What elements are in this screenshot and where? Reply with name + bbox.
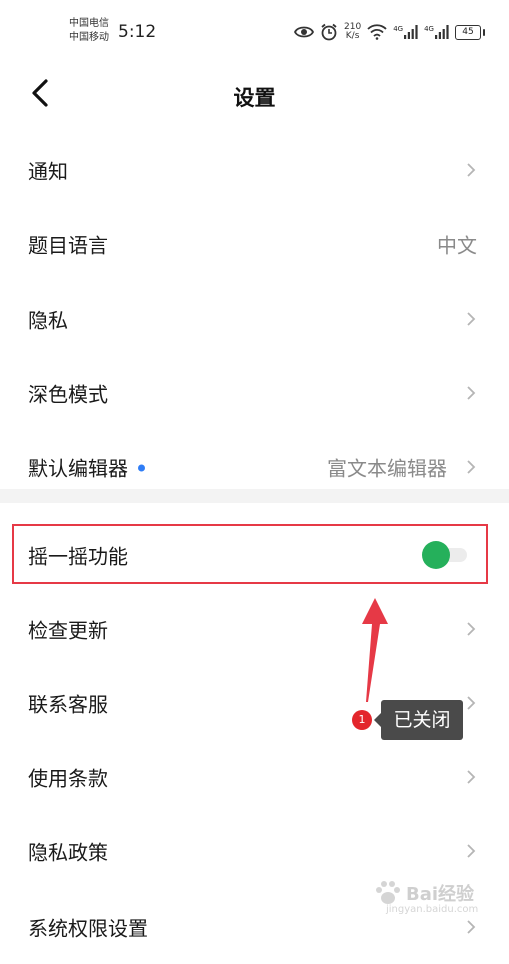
annotation-arrow-icon (362, 598, 388, 702)
network-type-label: 4G (393, 25, 404, 33)
chevron-right-icon (467, 696, 476, 710)
page-header: 设置 (0, 62, 509, 126)
setting-notifications[interactable]: 通知 (0, 133, 509, 207)
setting-label: 题目语言 (28, 233, 108, 258)
signal-bars-icon (434, 25, 449, 39)
setting-label: 通知 (28, 159, 68, 184)
setting-label: 使用条款 (28, 766, 108, 791)
carrier-telecom: 中国电信 (69, 18, 109, 29)
step-number-badge: 1 (352, 710, 372, 730)
setting-dark-mode[interactable]: 深色模式 (0, 356, 509, 430)
chevron-right-icon (467, 460, 476, 474)
setting-privacy[interactable]: 隐私 (0, 282, 509, 356)
setting-privacy-policy[interactable]: 隐私政策 (0, 814, 509, 888)
setting-label: 隐私 (28, 308, 68, 333)
chevron-right-icon (467, 163, 476, 177)
page-title: 设置 (233, 86, 276, 110)
status-time: 5:12 (118, 22, 157, 42)
signal-bars-icon (404, 25, 418, 39)
watermark-url: jingyan.baidu.com (386, 904, 479, 915)
network-speed-unit: K/s (345, 31, 360, 41)
cell-signal-1: 4G (393, 25, 418, 39)
watermark: Bai经验 jingyan.baidu.com (374, 880, 494, 916)
paw-logo-icon (376, 881, 400, 904)
watermark-brand: Bai经验 (406, 884, 475, 905)
setting-label-text: 默认编辑器 (28, 456, 128, 481)
eye-icon (294, 26, 314, 38)
chevron-right-icon (467, 312, 476, 326)
chevron-right-icon (467, 844, 476, 858)
chevron-right-icon (467, 622, 476, 636)
battery-icon: 45 (454, 24, 485, 40)
highlight-box (12, 524, 488, 584)
setting-label: 隐私政策 (28, 840, 108, 865)
section-divider (0, 489, 509, 503)
network-speed: 210 K/s (344, 23, 361, 41)
alarm-clock-icon (321, 23, 337, 41)
setting-value: 富文本编辑器 (327, 456, 447, 481)
chevron-right-icon (467, 770, 476, 784)
carrier-names: 中国电信 中国移动 (69, 17, 109, 45)
chevron-right-icon (467, 386, 476, 400)
chevron-right-icon (467, 920, 476, 934)
annotation-tooltip: 已关闭 (374, 700, 463, 740)
setting-question-language[interactable]: 题目语言 中文 (0, 207, 509, 281)
cell-signal-2: 4G (424, 25, 449, 39)
wifi-icon (367, 24, 387, 40)
network-type-label: 4G (424, 25, 434, 33)
setting-value: 中文 (437, 233, 477, 258)
setting-label: 联系客服 (28, 692, 108, 717)
status-icons: 210 K/s 4G 4G 45 (294, 20, 485, 44)
new-indicator-dot (138, 464, 145, 472)
setting-label: 默认编辑器 (28, 453, 145, 482)
setting-check-update[interactable]: 检查更新 (0, 592, 509, 666)
setting-label: 深色模式 (28, 382, 108, 407)
setting-label: 检查更新 (28, 618, 108, 643)
carrier-mobile: 中国移动 (69, 32, 109, 43)
setting-label: 系统权限设置 (28, 916, 148, 941)
status-bar: 中国电信 中国移动 5:12 210 K/s 4G 4G 45 (0, 0, 509, 62)
setting-terms[interactable]: 使用条款 (0, 740, 509, 814)
